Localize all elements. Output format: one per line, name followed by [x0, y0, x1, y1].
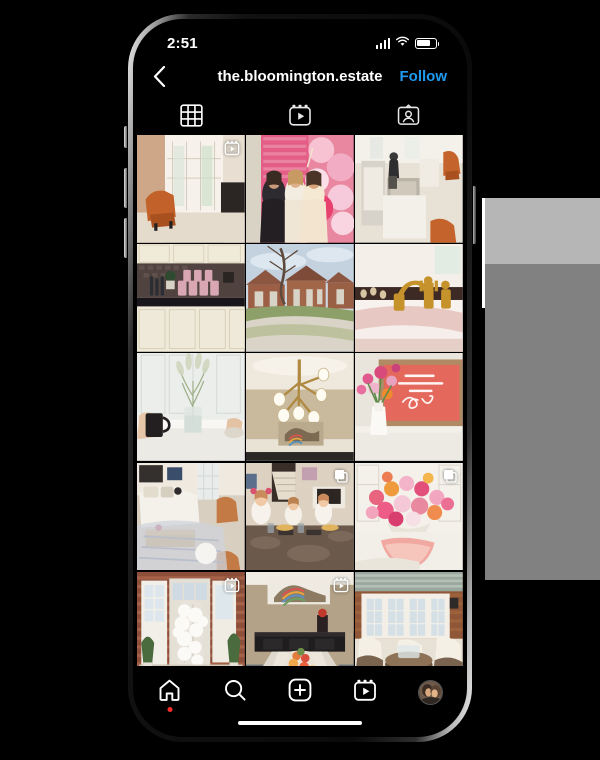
- post-thumbnail: [137, 135, 245, 243]
- background-panel-dark: [485, 264, 600, 580]
- post-thumbnail: [355, 244, 463, 352]
- grid-post-12[interactable]: [355, 462, 463, 571]
- photo-grid: [137, 135, 463, 666]
- follow-button[interactable]: Follow: [400, 68, 448, 85]
- home-indicator: [238, 720, 362, 725]
- post-thumbnail: [355, 135, 463, 243]
- status-icons: [375, 34, 440, 52]
- wifi-icon: [395, 34, 410, 52]
- grid-post-5[interactable]: [246, 244, 354, 352]
- tab-posts[interactable]: [137, 103, 246, 127]
- post-thumbnail: [355, 571, 463, 666]
- profile-header: the.bloomington.estate Follow: [137, 57, 463, 95]
- search-icon: [223, 678, 247, 707]
- post-thumbnail: [137, 244, 245, 352]
- grid-post-15[interactable]: [355, 571, 463, 666]
- grid-post-2[interactable]: [246, 135, 354, 243]
- grid-post-10[interactable]: [137, 462, 245, 571]
- post-thumbnail: [137, 462, 245, 571]
- profile-tabs: [137, 95, 463, 135]
- grid-post-6[interactable]: [355, 244, 463, 352]
- background-panel-light: [485, 198, 600, 264]
- post-thumbnail: [246, 244, 354, 352]
- grid-icon: [180, 103, 203, 127]
- tab-tagged[interactable]: [354, 103, 463, 127]
- grid-post-1[interactable]: [137, 135, 245, 243]
- status-time: 2:51: [167, 34, 198, 52]
- home-notification-dot: [167, 707, 173, 712]
- avatar: [417, 679, 443, 705]
- reels-icon: [288, 103, 312, 127]
- grid-post-4[interactable]: [137, 244, 245, 352]
- grid-post-8[interactable]: [246, 353, 354, 462]
- grid-post-11[interactable]: [246, 462, 354, 571]
- tab-reels[interactable]: [246, 103, 355, 127]
- signal-bars-icon: [375, 37, 390, 49]
- grid-post-14[interactable]: [246, 571, 354, 666]
- phone-device-frame: 2:51 the.bloomington.estate Follow: [128, 14, 472, 742]
- post-thumbnail: [355, 462, 463, 571]
- nav-create[interactable]: [278, 677, 322, 707]
- nav-profile[interactable]: [408, 677, 452, 707]
- power-button[interactable]: [472, 186, 476, 244]
- status-bar: 2:51: [137, 23, 463, 57]
- post-thumbnail: [246, 135, 354, 243]
- grid-post-7[interactable]: [137, 353, 245, 462]
- post-thumbnail: [246, 462, 354, 571]
- post-thumbnail: [246, 571, 354, 666]
- reels-icon: [353, 678, 377, 707]
- nav-reels[interactable]: [343, 677, 387, 707]
- post-thumbnail: [137, 353, 245, 461]
- screenshot-stage: 2:51 the.bloomington.estate Follow: [0, 0, 600, 760]
- grid-post-13[interactable]: [137, 571, 245, 666]
- grid-post-9[interactable]: [355, 353, 463, 462]
- home-icon: [157, 678, 182, 707]
- plus-square-icon: [288, 678, 312, 707]
- tagged-icon: [397, 103, 420, 127]
- grid-post-3[interactable]: [355, 135, 463, 243]
- phone-screen: 2:51 the.bloomington.estate Follow: [137, 23, 463, 733]
- battery-icon: [415, 37, 440, 49]
- nav-home[interactable]: [148, 677, 192, 712]
- nav-search[interactable]: [213, 677, 257, 707]
- post-thumbnail: [355, 353, 463, 461]
- post-thumbnail: [137, 571, 245, 666]
- back-button[interactable]: [153, 65, 179, 87]
- post-thumbnail: [246, 353, 354, 462]
- phone-bezel: 2:51 the.bloomington.estate Follow: [133, 19, 467, 737]
